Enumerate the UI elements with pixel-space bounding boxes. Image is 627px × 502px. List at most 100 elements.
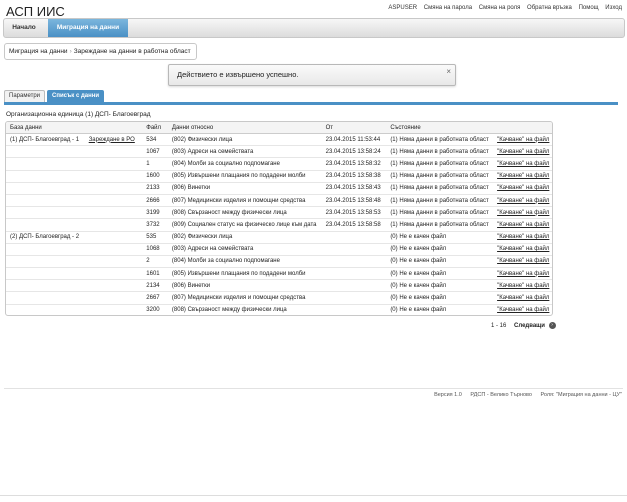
cell-data-about: (805) Извършени плащания по подадени мол… (167, 170, 322, 183)
footer-role: Роля: "Миграция на данни - ЦУ" (540, 392, 622, 398)
upload-file-link[interactable]: "Качване" на файл (493, 255, 552, 269)
table-row: 1601 (805) Извършени плащания по подадени… (6, 267, 552, 281)
column-header-from: От (321, 122, 387, 134)
cell-from: 23.04.2015 11:53:44 (321, 133, 387, 147)
cell-status: (0) Не е качен файл (386, 279, 494, 293)
cell-action (84, 182, 143, 195)
cell-database (6, 206, 85, 220)
user-link[interactable]: ASPUSER (388, 5, 417, 11)
cell-database (6, 218, 85, 232)
cell-data-about: (804) Молби за социално подпомагане (167, 157, 322, 171)
change-password-link[interactable]: Смяна на парола (424, 5, 472, 11)
bottom-divider (0, 495, 627, 496)
upload-file-link[interactable]: "Качване" на файл (493, 194, 552, 208)
cell-status: (0) Не е качен файл (386, 304, 494, 315)
cell-database: (2) ДСП- Благоевград - 2 (6, 231, 85, 244)
cell-data-about: (805) Извършени плащания по подадени мол… (167, 267, 322, 281)
upload-file-link[interactable]: "Качване" на файл (493, 170, 552, 183)
cell-status: (0) Не е качен файл (386, 291, 494, 305)
logout-link[interactable]: Изход (605, 5, 622, 11)
cell-action (84, 291, 143, 305)
nav-tab-migration[interactable]: Миграция на данни (48, 19, 128, 37)
load-to-workspace-link[interactable]: Зареждане в РО (84, 133, 143, 147)
cell-database (6, 267, 85, 281)
cell-data-about: (806) Винетки (167, 182, 322, 195)
table-row: (2) ДСП- Благоевград - 2 535 (802) Физичес… (6, 231, 552, 244)
cell-data-about: (807) Медицински изделия и помощни средс… (167, 291, 322, 305)
cell-file: 3732 (142, 218, 168, 232)
change-role-link[interactable]: Смяна на роля (479, 5, 521, 11)
cell-file: 3200 (142, 304, 168, 315)
next-arrow-icon[interactable]: › (548, 322, 556, 329)
table-row: 2 (804) Молби за социално подпомагане (0) … (6, 255, 552, 269)
table-row: 2666 (807) Медицински изделия и помощни с… (6, 194, 552, 208)
upload-file-link[interactable]: "Качване" на файл (493, 267, 552, 281)
breadcrumb: Миграция на данни › Зареждане на данни в р… (4, 43, 197, 60)
cell-action (84, 157, 143, 171)
upload-file-link[interactable]: "Качване" на файл (493, 231, 552, 244)
cell-from: 23.04.2015 13:58:38 (321, 170, 387, 183)
breadcrumb-item-migration[interactable]: Миграция на данни (9, 48, 68, 55)
cell-database (6, 304, 85, 315)
upload-file-link[interactable]: "Качване" на файл (493, 279, 552, 293)
cell-file: 2134 (142, 279, 168, 293)
upload-file-link[interactable]: "Качване" на файл (493, 243, 552, 256)
next-page-link[interactable]: Следващи (514, 323, 545, 329)
cell-action (84, 279, 143, 293)
cell-from: 23.04.2015 13:58:43 (321, 182, 387, 195)
cell-status: (1) Няма данни в работната област (386, 170, 494, 183)
cell-from (321, 243, 387, 256)
cell-data-about: (809) Социален статус на физическо лице … (167, 218, 322, 232)
cell-database (6, 279, 85, 293)
cell-status: (0) Не е качен файл (386, 243, 494, 256)
top-links: ASPUSER Смяна на парола Смяна на роля Об… (383, 5, 622, 11)
upload-file-link[interactable]: "Качване" на файл (493, 182, 552, 195)
table-row: 3200 (808) Свързаност между физически лиц… (6, 304, 552, 315)
nav-tab-home[interactable]: Начало (4, 19, 44, 37)
footer-version: Версия 1.0 (434, 392, 462, 398)
cell-status: (1) Няма данни в работната област (386, 157, 494, 171)
cell-file: 1 (142, 157, 168, 171)
upload-file-link[interactable]: "Качване" на файл (493, 145, 552, 159)
table-row: 1600 (805) Извършени плащания по подадени… (6, 170, 552, 183)
cell-from (321, 231, 387, 244)
column-header-database: База данни (6, 122, 85, 134)
cell-database (6, 194, 85, 208)
close-icon[interactable]: × (446, 62, 451, 82)
cell-file: 2 (142, 255, 168, 269)
app-title: АСП ИИС (6, 4, 65, 19)
column-header-file: Файл (142, 122, 168, 134)
cell-database (6, 291, 85, 305)
success-notice: Действието е извършено успешно. × (168, 64, 456, 86)
cell-from (321, 255, 387, 269)
upload-file-link[interactable]: "Качване" на файл (493, 291, 552, 305)
cell-database (6, 243, 85, 256)
org-unit-label: Организационна единица (1) ДСП- Благоевг… (6, 111, 151, 118)
cell-status: (1) Няма данни в работната област (386, 182, 494, 195)
cell-status: (0) Не е качен файл (386, 267, 494, 281)
upload-file-link[interactable]: "Качване" на файл (493, 133, 552, 147)
cell-database (6, 157, 85, 171)
cell-data-about: (806) Винетки (167, 279, 322, 293)
tab-parameters[interactable]: Параметри (4, 90, 46, 102)
cell-database (6, 170, 85, 183)
cell-from (321, 291, 387, 305)
cell-from (321, 267, 387, 281)
feedback-link[interactable]: Обратна връзка (527, 5, 572, 11)
cell-from (321, 304, 387, 315)
cell-database (6, 145, 85, 159)
data-table: База данни Файл Данни относно От Състояние (… (6, 122, 552, 315)
data-grid: База данни Файл Данни относно От Състояние (… (5, 121, 553, 316)
cell-action (84, 267, 143, 281)
table-row: 1 (804) Молби за социално подпомагане 23.0… (6, 157, 552, 171)
upload-file-link[interactable]: "Качване" на файл (493, 157, 552, 171)
tab-data-list[interactable]: Списък с данни (47, 90, 105, 102)
upload-file-link[interactable]: "Качване" на файл (493, 304, 552, 315)
help-link[interactable]: Помощ (579, 5, 599, 11)
upload-file-link[interactable]: "Качване" на файл (493, 218, 552, 232)
table-row: 1068 (803) Адреси на семействата (0) Не е … (6, 243, 552, 256)
upload-file-link[interactable]: "Качване" на файл (493, 206, 552, 220)
cell-data-about: (808) Свързаност между физически лица (167, 304, 322, 315)
table-row: (1) ДСП- Благоевград - 1 Зареждане в РО 53… (6, 133, 552, 147)
cell-from: 23.04.2015 13:58:48 (321, 194, 387, 208)
